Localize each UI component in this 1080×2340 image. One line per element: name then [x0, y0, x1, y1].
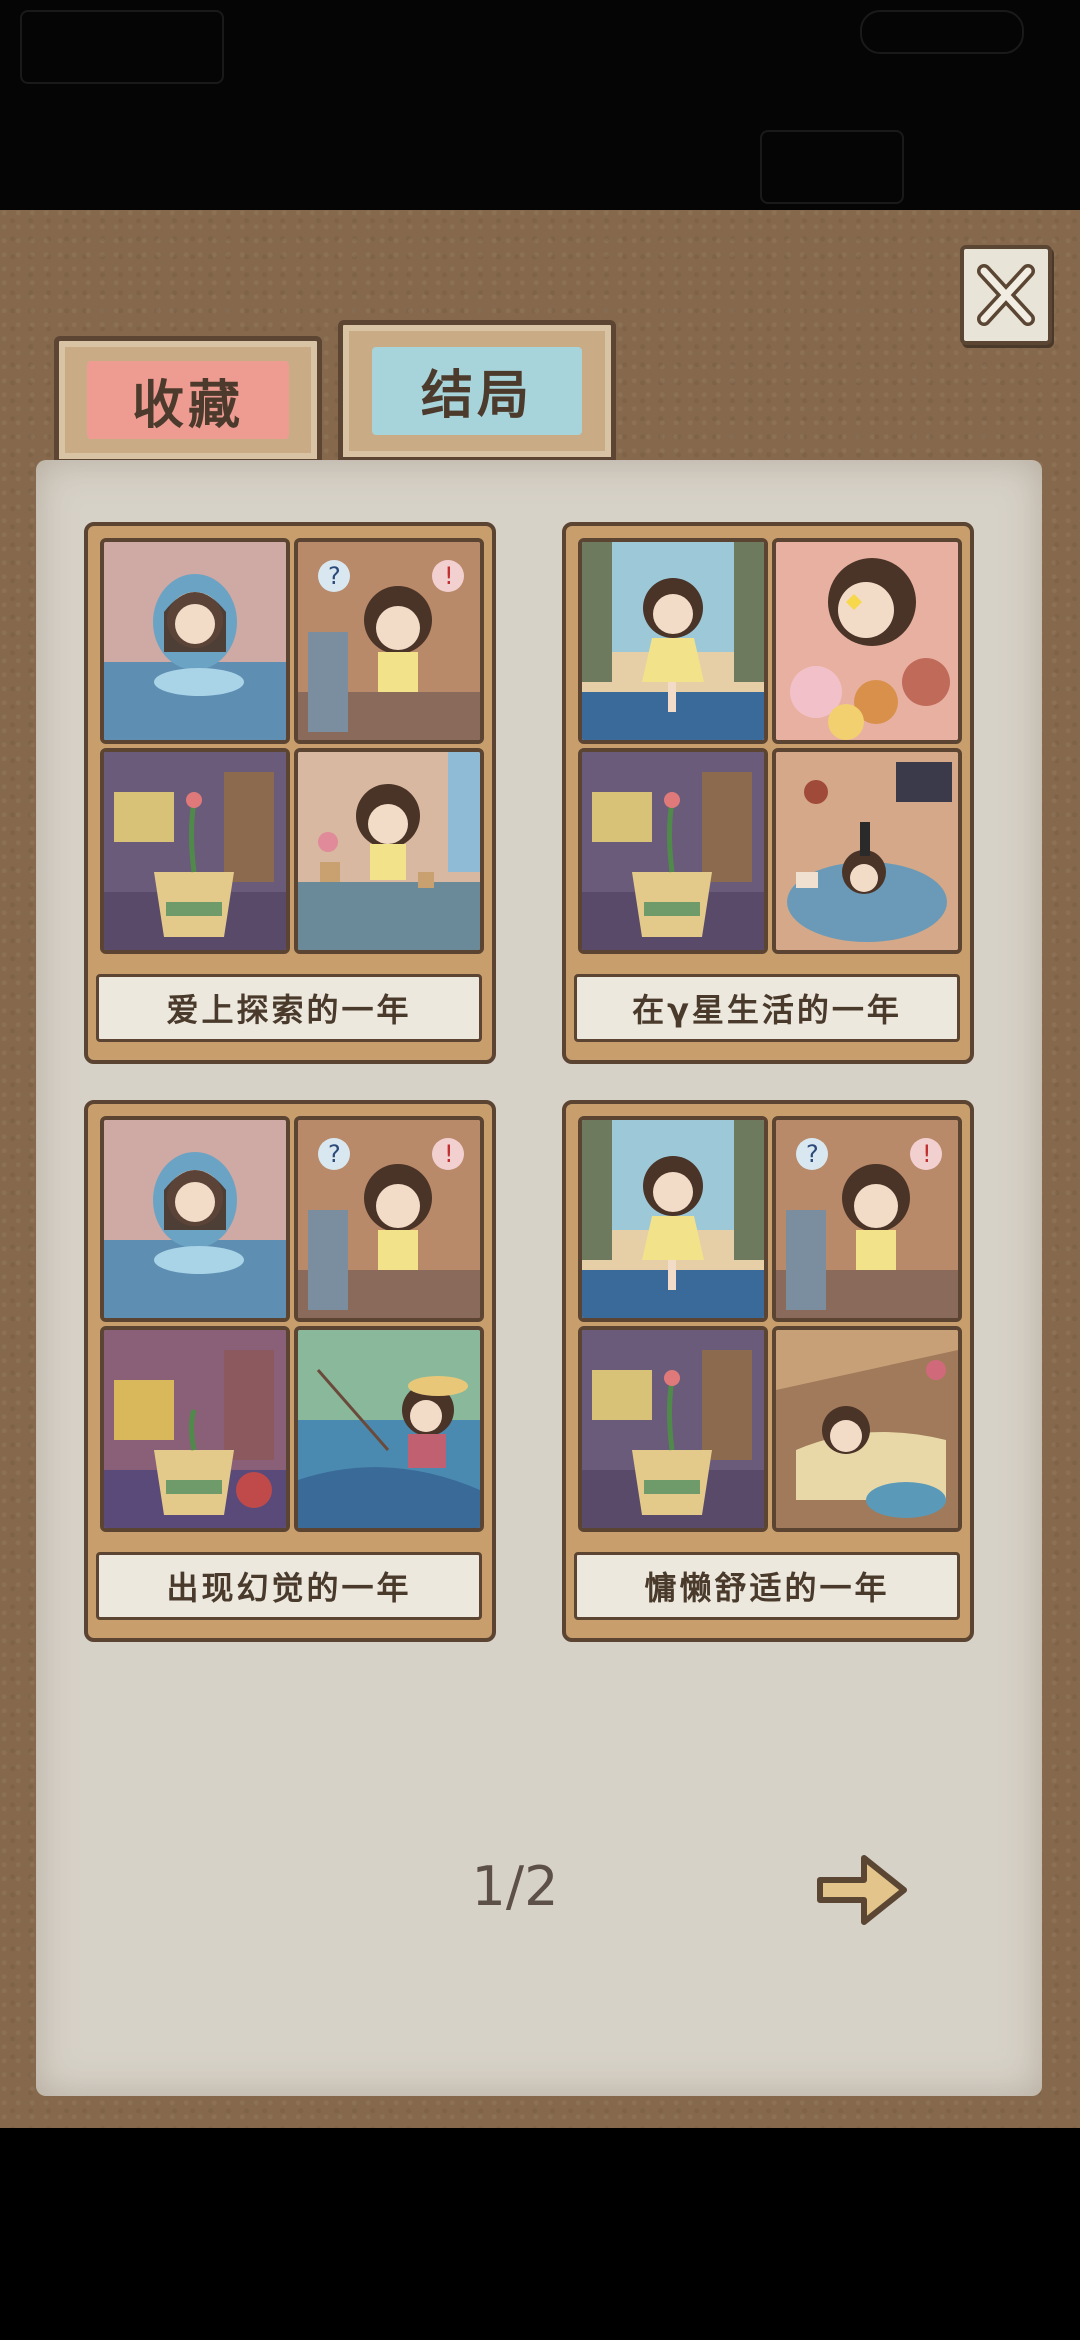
ending-1-panel-2: ?!: [294, 538, 484, 744]
tab-endings-label: 结局: [372, 347, 582, 435]
ending-1-panel-3: [100, 748, 290, 954]
svg-text:?: ?: [328, 562, 341, 590]
ending-1-title: 爱上探索的一年: [96, 974, 482, 1042]
next-page-button[interactable]: [812, 1840, 912, 1940]
ending-2-panel-1: [578, 538, 768, 744]
ending-4-panel-3: [578, 1326, 768, 1532]
ending-2-title: 在γ星生活的一年: [574, 974, 960, 1042]
svg-text:?: ?: [806, 1140, 819, 1168]
bottom-navigation-area: [0, 2128, 1080, 2340]
ending-4-panel-1: [578, 1116, 768, 1322]
ending-4-title: 慵懒舒适的一年: [574, 1552, 960, 1620]
ending-4-panel-4: [772, 1326, 962, 1532]
ending-3-title: 出现幻觉的一年: [96, 1552, 482, 1620]
background-decoration: [20, 10, 224, 84]
page-indicator: 1/2: [471, 1855, 559, 1918]
background-decoration: [760, 130, 904, 204]
ending-card-2[interactable]: 在γ星生活的一年: [562, 522, 974, 1064]
ending-4-panel-2: ?!: [772, 1116, 962, 1322]
ending-3-panel-3: [100, 1326, 290, 1532]
ending-card-3[interactable]: ?! 出现幻觉的一年: [84, 1100, 496, 1642]
background-decoration: [860, 10, 1024, 54]
tab-collection-label: 收藏: [87, 361, 289, 439]
svg-text:!: !: [444, 1140, 454, 1168]
svg-text:!: !: [444, 562, 454, 590]
ending-3-panel-4: [294, 1326, 484, 1532]
tab-endings[interactable]: 结局: [338, 320, 616, 462]
ending-2-panel-3: [578, 748, 768, 954]
ending-3-panel-1: [100, 1116, 290, 1322]
arrow-right-icon: [817, 1855, 907, 1925]
ending-1-panel-1: [100, 538, 290, 744]
close-icon: [977, 264, 1035, 326]
tab-collection[interactable]: 收藏: [54, 336, 322, 464]
ending-3-panel-2: ?!: [294, 1116, 484, 1322]
svg-text:!: !: [922, 1140, 932, 1168]
ending-1-panel-4: [294, 748, 484, 954]
ending-card-4[interactable]: ?! 慵懒舒适的一年: [562, 1100, 974, 1642]
ending-2-panel-4: [772, 748, 962, 954]
close-button[interactable]: [960, 245, 1052, 345]
top-status-area: [0, 0, 1080, 210]
ending-card-1[interactable]: ?! 爱上探索的一年: [84, 522, 496, 1064]
svg-text:?: ?: [328, 1140, 341, 1168]
ending-2-panel-2: [772, 538, 962, 744]
